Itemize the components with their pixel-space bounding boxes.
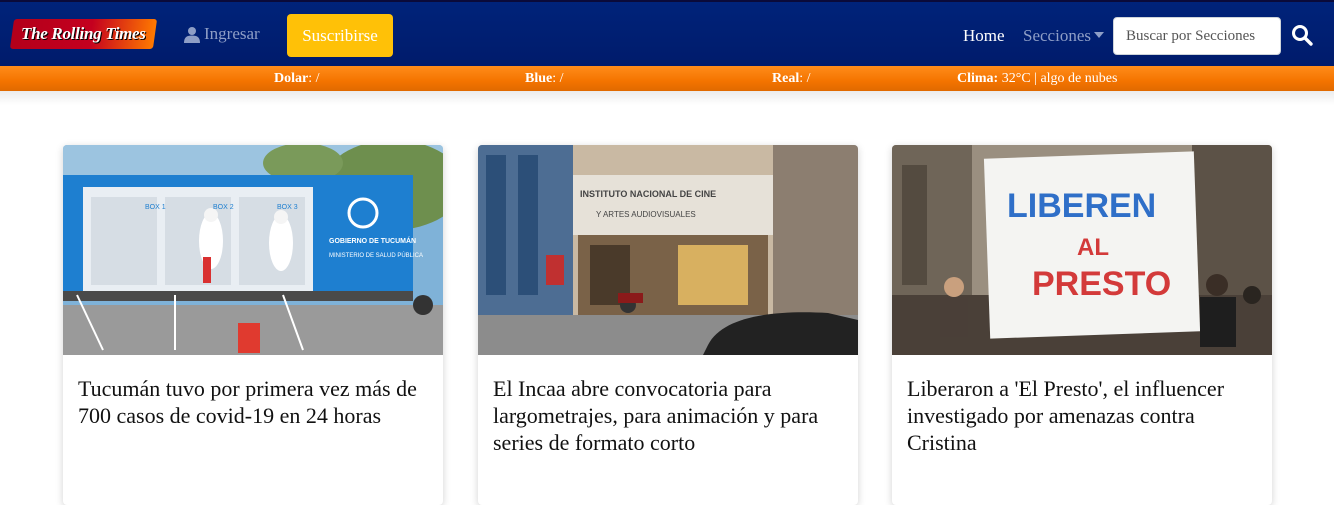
user-icon (184, 26, 200, 43)
search-icon[interactable] (1290, 23, 1314, 47)
sign-artes: Y ARTES AUDIOVISUALES (596, 210, 696, 219)
ticker-clima-label: Clima: (957, 71, 999, 86)
login-link[interactable]: Ingresar (184, 24, 260, 44)
nav-sections-label: Secciones (1023, 26, 1091, 45)
card-title-covid[interactable]: Tucumán tuvo por primera vez más de 700 … (78, 375, 428, 429)
ticker-blue-label: Blue (525, 71, 553, 86)
card-image-presto: LIBEREN AL PRESTO (892, 145, 1272, 355)
ticker-blue-value: : / (552, 71, 564, 86)
ticker-dolar: Dolar: / (274, 71, 320, 87)
news-card-incaa[interactable]: INSTITUTO NACIONAL DE CINE Y ARTES AUDIO… (478, 145, 858, 505)
ticker-blue: Blue: / (525, 71, 564, 87)
site-logo[interactable]: The Rolling Times (9, 19, 158, 49)
card-title-incaa[interactable]: El Incaa abre convocatoria para largomet… (493, 375, 843, 456)
ticker-clima-value: 32°C | algo de nubes (998, 71, 1118, 86)
ticker-dolar-label: Dolar (274, 71, 309, 86)
news-card-presto[interactable]: LIBEREN AL PRESTO Liberaron a 'El Presto… (892, 145, 1272, 505)
ticker-real-value: : / (799, 71, 811, 86)
caret-down-icon (1093, 32, 1104, 38)
sign-ministerio: MINISTERIO DE SALUD PÚBLICA (329, 252, 423, 259)
sign-al: AL (1077, 234, 1109, 261)
ticker-real-label: Real (772, 71, 800, 86)
sign-presto: PRESTO (1032, 265, 1171, 303)
logo-text: The Rolling Times (21, 24, 146, 43)
ticker-clima: Clima: 32°C | algo de nubes (957, 71, 1117, 87)
ticker-dolar-value: : / (308, 71, 320, 86)
card-title-presto[interactable]: Liberaron a 'El Presto', el influencer i… (907, 375, 1257, 456)
ticker-real: Real: / (772, 71, 811, 87)
top-navbar: The Rolling Times Ingresar Suscribirse H… (0, 0, 1334, 66)
sign-instituto: INSTITUTO NACIONAL DE CINE (580, 189, 716, 199)
box-label-2: BOX 2 (213, 204, 234, 211)
box-label-1: BOX 1 (145, 204, 166, 211)
box-label-3: BOX 3 (277, 204, 298, 211)
card-image-covid: BOX 1 BOX 2 BOX 3 GOBIERNO DE TUCUMÁN MI… (63, 145, 443, 355)
card-image-incaa: INSTITUTO NACIONAL DE CINE Y ARTES AUDIO… (478, 145, 858, 355)
nav-sections-dropdown[interactable]: Secciones (1023, 26, 1104, 46)
sign-gobierno: GOBIERNO DE TUCUMÁN (329, 236, 416, 245)
header-shadow (0, 91, 1334, 105)
info-ticker: Dolar: / Blue: / Real: / Clima: 32°C | a… (0, 66, 1334, 91)
sign-liberen: LIBEREN (1007, 187, 1156, 225)
search-input[interactable] (1113, 17, 1281, 55)
login-label: Ingresar (204, 24, 260, 43)
nav-home-link[interactable]: Home (963, 26, 1005, 46)
news-card-covid[interactable]: BOX 1 BOX 2 BOX 3 GOBIERNO DE TUCUMÁN MI… (63, 145, 443, 505)
subscribe-button[interactable]: Suscribirse (287, 14, 393, 57)
